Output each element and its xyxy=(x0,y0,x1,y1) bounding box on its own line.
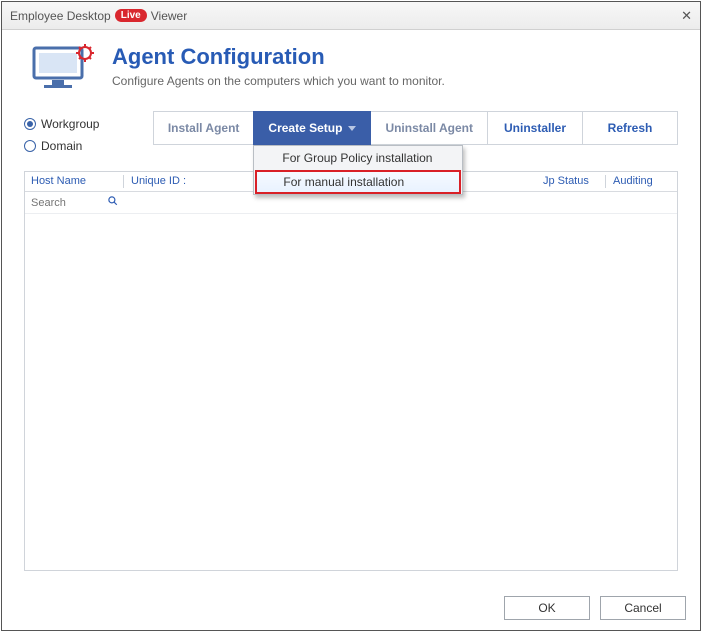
radio-workgroup[interactable]: Workgroup xyxy=(24,117,114,131)
col-auditing[interactable]: Auditing xyxy=(607,172,669,191)
col-host[interactable]: Host Name xyxy=(25,172,125,191)
live-badge: Live xyxy=(115,9,147,22)
close-icon[interactable]: ✕ xyxy=(681,8,692,24)
create-setup-button[interactable]: Create Setup For Group Policy installati… xyxy=(253,111,371,145)
toolbar: Install Agent Create Setup For Group Pol… xyxy=(153,111,678,145)
radio-label: Workgroup xyxy=(41,117,99,131)
radio-domain[interactable]: Domain xyxy=(24,139,114,153)
radio-dot-icon xyxy=(24,118,36,130)
agents-grid: Host Name Unique ID : Jp Status Auditing xyxy=(24,171,678,571)
dd-manual-install[interactable]: For manual installation xyxy=(256,171,460,193)
monitor-gear-icon xyxy=(30,44,94,95)
grid-search-row xyxy=(25,192,677,214)
search-icon[interactable] xyxy=(107,195,119,210)
dialog-footer: OK Cancel xyxy=(504,596,686,620)
uninstall-agent-button[interactable]: Uninstall Agent xyxy=(370,111,488,145)
header: Agent Configuration Configure Agents on … xyxy=(2,30,700,105)
page-subtitle: Configure Agents on the computers which … xyxy=(112,74,445,88)
refresh-button[interactable]: Refresh xyxy=(582,111,678,145)
uninstaller-button[interactable]: Uninstaller xyxy=(487,111,583,145)
ok-button[interactable]: OK xyxy=(504,596,590,620)
chevron-down-icon xyxy=(348,126,356,131)
create-setup-dropdown: For Group Policy installation For manual… xyxy=(253,145,463,195)
col-status[interactable]: Jp Status xyxy=(537,172,607,191)
page-title: Agent Configuration xyxy=(112,44,445,70)
radio-label: Domain xyxy=(41,139,82,153)
search-input[interactable] xyxy=(31,197,91,209)
install-agent-button[interactable]: Install Agent xyxy=(153,111,255,145)
titlebar: Employee Desktop Live Viewer ✕ xyxy=(2,2,700,30)
cancel-button[interactable]: Cancel xyxy=(600,596,686,620)
app-name: Employee Desktop xyxy=(10,9,111,23)
radio-dot-icon xyxy=(24,140,36,152)
dd-group-policy[interactable]: For Group Policy installation xyxy=(254,146,462,170)
app-suffix: Viewer xyxy=(151,9,187,23)
agent-config-dialog: Employee Desktop Live Viewer ✕ xyxy=(1,1,701,631)
